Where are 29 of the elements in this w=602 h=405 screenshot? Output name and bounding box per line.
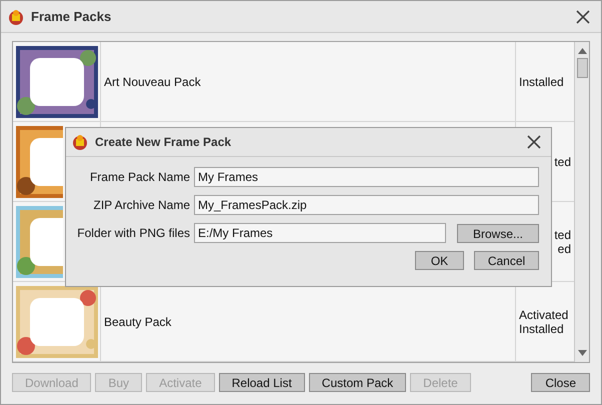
scroll-up-icon[interactable] — [578, 48, 586, 54]
pack-name: Beauty Pack — [104, 314, 172, 330]
window-title: Frame Packs — [31, 8, 112, 26]
scroll-thumb[interactable] — [576, 58, 588, 78]
pack-row[interactable]: Art Nouveau Pack Installed — [13, 42, 574, 122]
pack-status: Activated — [519, 308, 568, 322]
field-label: Folder with PNG files — [76, 225, 190, 242]
toolbar-button[interactable]: Reload List — [218, 373, 305, 392]
field-label: ZIP Archive Name — [92, 197, 190, 214]
pack-status: ted — [554, 154, 571, 168]
field-label: Frame Pack Name — [88, 169, 190, 186]
gift-icon — [7, 8, 25, 26]
pack-name: Art Nouveau Pack — [104, 74, 201, 90]
close-button[interactable]: Close — [531, 373, 590, 392]
pack-status: ed — [558, 242, 571, 256]
input-field[interactable]: E:/My Frames — [194, 223, 446, 243]
pack-status: Installed — [519, 74, 564, 88]
input-field[interactable]: My Frames — [194, 167, 539, 187]
input-field[interactable]: My_FramesPack.zip — [194, 195, 539, 215]
toolbar-button[interactable]: Custom Pack — [308, 373, 406, 392]
pack-status: Installed — [519, 322, 564, 336]
dialog-button[interactable]: Cancel — [474, 251, 539, 270]
dialog-button[interactable]: OK — [415, 251, 464, 270]
browse-button[interactable]: Browse... — [457, 224, 539, 242]
scrollbar[interactable] — [574, 42, 589, 362]
scroll-down-icon[interactable] — [578, 350, 586, 356]
dialog-title: Create New Frame Pack — [95, 134, 232, 151]
gift-icon — [71, 133, 89, 151]
pack-status: ted — [554, 228, 571, 242]
